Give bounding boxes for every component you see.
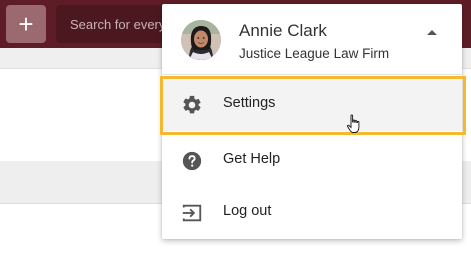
account-menu-header[interactable]: Annie Clark Justice League Law Firm bbox=[162, 4, 462, 75]
settings-label: Settings bbox=[223, 95, 276, 111]
search-placeholder: Search for every bbox=[70, 17, 166, 32]
highlight-box bbox=[160, 76, 466, 135]
help-circle-icon bbox=[182, 151, 202, 171]
plus-icon: + bbox=[18, 9, 34, 39]
hand-pointer-icon bbox=[347, 114, 360, 133]
logout-icon bbox=[182, 204, 202, 222]
add-button[interactable]: + bbox=[6, 5, 46, 43]
menu-item-get-help[interactable]: Get Help bbox=[162, 134, 462, 187]
organization-name: Justice League Law Firm bbox=[239, 46, 390, 61]
get-help-label: Get Help bbox=[223, 151, 281, 167]
log-out-label: Log out bbox=[223, 203, 272, 219]
account-dropdown-menu: Annie Clark Justice League Law Firm Sett… bbox=[160, 4, 466, 239]
user-name: Annie Clark bbox=[239, 21, 327, 40]
menu-item-settings[interactable]: Settings bbox=[160, 76, 466, 135]
caret-up-icon[interactable] bbox=[425, 27, 439, 37]
menu-item-log-out[interactable]: Log out bbox=[162, 186, 462, 239]
gear-icon bbox=[183, 95, 201, 114]
avatar bbox=[181, 20, 221, 60]
